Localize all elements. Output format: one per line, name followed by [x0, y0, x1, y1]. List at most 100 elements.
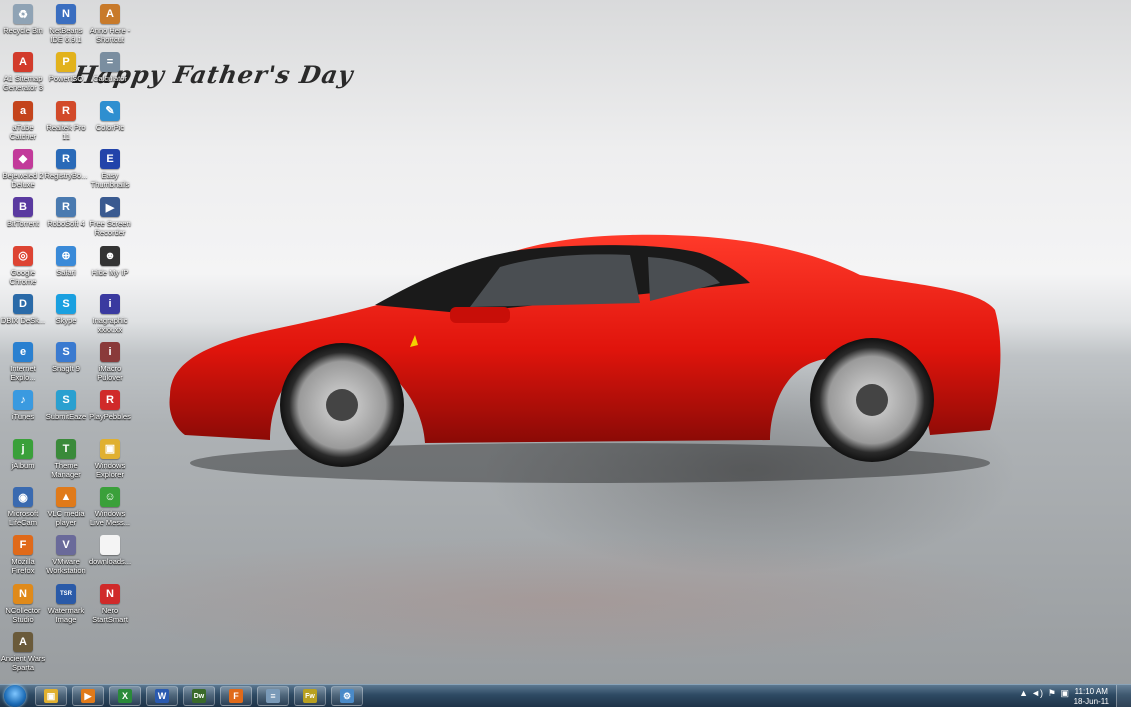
desktop-shortcut-label: Easy Thumbnails: [90, 170, 130, 189]
hide-my-ip-icon: ☻: [100, 245, 120, 266]
desktop-shortcut-label: Theme Manager: [51, 460, 81, 479]
desktop-shortcut[interactable]: D DBIX DeSk...: [0, 293, 46, 325]
desktop-shortcut-label: VLC media player: [47, 509, 85, 527]
clock[interactable]: 11:10 AM 18-Jun-11: [1074, 687, 1109, 707]
desktop-shortcut[interactable]: P PowerISO: [43, 52, 89, 83]
desktop-shortcut-label: Ancient Wars Sparta: [0, 653, 46, 672]
desktop-shortcut[interactable]: ♻ Recycle Bin: [0, 4, 46, 35]
desktop-shortcut[interactable]: ☺ Windows Live Mess...: [87, 487, 133, 527]
desktop-shortcut[interactable]: ⊕ Safari: [43, 245, 89, 277]
vmware-icon: V: [56, 535, 76, 556]
desktop-shortcut-label: Google Chrome: [9, 267, 37, 286]
taskbar-word-button[interactable]: W: [146, 686, 178, 706]
desktop-shortcut[interactable]: V VMware Workstation: [43, 535, 89, 575]
desktop-shortcut[interactable]: N Nero StartSmart: [87, 583, 133, 624]
desktop-shortcut[interactable]: B BitTorrent: [0, 197, 46, 228]
desktop-shortcut-label: VMware Workstation: [46, 557, 86, 576]
calculator-icon: =: [100, 52, 120, 73]
realtek-icon: R: [56, 100, 76, 121]
volume-icon[interactable]: ◄): [1031, 688, 1043, 698]
show-hidden-icons[interactable]: ▲: [1019, 688, 1028, 698]
colorpic-icon: ✎: [100, 100, 120, 121]
desktop-shortcut[interactable]: N NCollector Studio: [0, 583, 46, 624]
desktop-shortcut[interactable]: R RoboSoft 4: [43, 197, 89, 228]
desktop-shortcut[interactable]: ☻ Hide My IP: [87, 245, 133, 277]
robosoft-icon: R: [56, 197, 76, 218]
desktop-shortcut[interactable]: ▲ VLC media player: [43, 487, 89, 527]
desktop-shortcut[interactable]: F Mozilla Firefox: [0, 535, 46, 575]
desktop-shortcut[interactable]: ◎ Google Chrome: [0, 245, 46, 286]
taskbar-firefox-button[interactable]: F: [220, 686, 252, 706]
watermark-icon: TSR: [56, 583, 76, 604]
desktop-shortcut-label: Windows Live Mess...: [89, 509, 130, 527]
folder-icon: ▣: [44, 689, 58, 703]
screen-recorder-icon: ▶: [100, 197, 120, 218]
inagraphic-icon: i: [100, 293, 120, 314]
desktop-shortcut-label: Bejeweled 2 Deluxe: [2, 170, 44, 189]
desktop-shortcut[interactable]: T Theme Manager: [43, 438, 89, 479]
desktop-shortcut[interactable]: S Skype: [43, 293, 89, 325]
taskbar-dreamweaver-button[interactable]: Dw: [183, 686, 215, 706]
desktop-shortcut[interactable]: downloads...: [87, 535, 133, 566]
taskbar-windows-explorer-button[interactable]: ▣: [35, 686, 67, 706]
easy-thumbnails-icon: E: [100, 148, 120, 169]
taskbar-media-player-button[interactable]: ▶: [72, 686, 104, 706]
taskbar-excel-button[interactable]: X: [109, 686, 141, 706]
desktop-shortcut[interactable]: ♪ iTunes: [0, 390, 46, 421]
desktop-shortcut[interactable]: R PlayPebbles: [87, 390, 133, 421]
action-center-flag-icon[interactable]: ⚑: [1048, 688, 1056, 699]
desktop-shortcut-label: DBIX DeSk...: [0, 315, 46, 325]
theme-manager-icon: T: [56, 438, 76, 459]
desktop-shortcut[interactable]: R Realtek Pro 11: [43, 100, 89, 141]
recycle-bin-icon: ♻: [13, 4, 33, 24]
desktop-shortcut[interactable]: TSR Watermark Image: [43, 583, 89, 624]
snagit-icon: S: [56, 342, 76, 363]
vlc-icon: ▲: [56, 487, 76, 507]
desktop-shortcut[interactable]: N NetBeans IDE 6.9.1: [43, 4, 89, 44]
imacro-icon: i: [100, 342, 120, 363]
desktop-shortcut[interactable]: i iMacro Pulover: [87, 342, 133, 382]
desktop-shortcut-label: iTunes: [11, 412, 35, 422]
network-icon: ⚙: [340, 689, 354, 703]
netbeans-icon: N: [56, 4, 76, 24]
desktop-shortcut[interactable]: ◉ Microsoft LifeCam: [0, 487, 46, 527]
desktop-shortcut[interactable]: = Calculator: [87, 52, 133, 83]
desktop-shortcut[interactable]: S SubmitEaze: [43, 390, 89, 421]
desktop-shortcut-label: Anno Here - Shortcut: [89, 26, 131, 44]
desktop-shortcut[interactable]: A A1 Sitemap Generator 3: [0, 52, 46, 92]
network-status-icon[interactable]: ▣: [1060, 688, 1069, 699]
desktop-shortcut-label: Mozilla Firefox: [11, 557, 35, 576]
itunes-icon: ♪: [13, 390, 33, 411]
desktop-shortcut[interactable]: ✎ ColorPic: [87, 100, 133, 132]
desktop-shortcut[interactable]: i Inagraphic xxxx.xx: [87, 293, 133, 334]
desktop-shortcut[interactable]: A Anno Here - Shortcut: [87, 4, 133, 44]
desktop-shortcut[interactable]: ▣ Windows Explorer: [87, 438, 133, 479]
taskbar-fireworks-button[interactable]: Fw: [294, 686, 326, 706]
desktop-shortcut-label: BitTorrent: [6, 219, 40, 229]
playpebbles-icon: R: [100, 390, 120, 411]
desktop-shortcut-label: Microsoft LifeCam: [7, 509, 39, 527]
desktop-shortcut-label: Skype: [55, 315, 77, 325]
desktop-shortcut[interactable]: ◆ Bejeweled 2 Deluxe: [0, 148, 46, 189]
desktop-shortcut[interactable]: S SnagIt 9: [43, 342, 89, 373]
taskbar-network-tool-button[interactable]: ⚙: [331, 686, 363, 706]
desktop-shortcut-label: Realtek Pro 11: [46, 122, 86, 141]
desktop-shortcut[interactable]: j jAlbum: [0, 438, 46, 470]
windows-live-messenger-icon: ☺: [100, 487, 120, 507]
desktop-shortcut[interactable]: R RegistryBo...: [43, 148, 89, 180]
desktop-shortcut[interactable]: E Easy Thumbnails: [87, 148, 133, 189]
desktop: Happy Father's Day ♻ Recycle Bin N NetBe…: [0, 0, 1131, 684]
excel-icon: X: [118, 689, 132, 703]
desktop-shortcut-label: iMacro Pulover: [97, 364, 123, 383]
desktop-shortcut[interactable]: e Internet Explo...: [0, 342, 46, 382]
show-desktop-button[interactable]: [1116, 685, 1131, 707]
desktop-shortcut[interactable]: a aTube Catcher: [0, 100, 46, 141]
desktop-shortcut[interactable]: ▶ Free Screen Recorder: [87, 197, 133, 237]
desktop-shortcut[interactable]: A Ancient Wars Sparta: [0, 631, 46, 672]
taskbar-notepad-button[interactable]: ≡: [257, 686, 289, 706]
desktop-shortcut-label: NCollector Studio: [5, 605, 41, 624]
dbix-icon: D: [13, 293, 33, 314]
start-button[interactable]: [4, 685, 26, 707]
jalbum-icon: j: [13, 438, 33, 459]
bittorrent-icon: B: [13, 197, 33, 218]
